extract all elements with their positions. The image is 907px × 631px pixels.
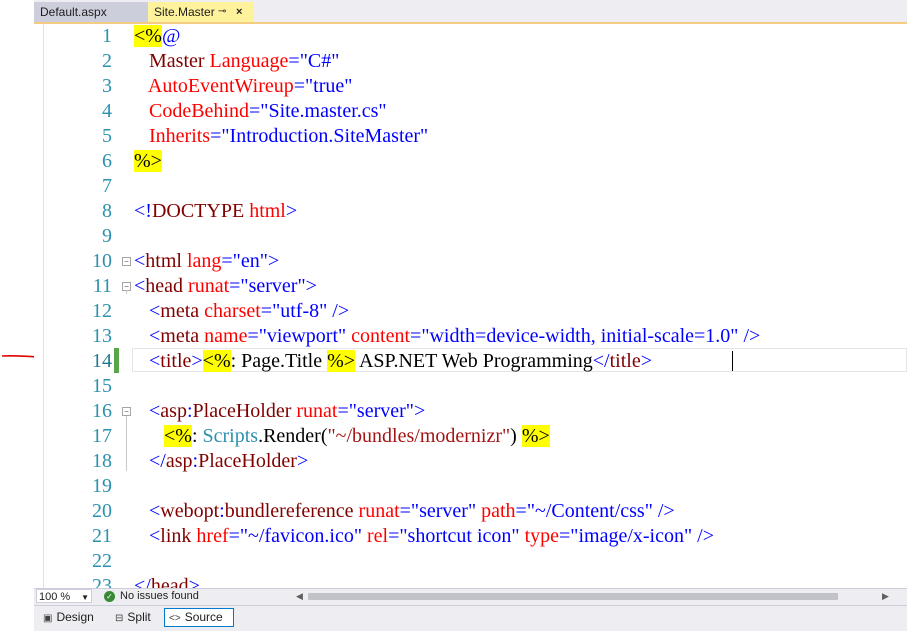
tab-label: Site.Master — [154, 5, 215, 19]
code-line-current: <title><%: Page.Title %> ASP.NET Web Pro… — [149, 350, 652, 372]
line-number: 12 — [92, 300, 112, 322]
code-line: <meta charset="utf-8" /> — [149, 300, 350, 322]
code-line: <%@ — [134, 25, 181, 47]
code-line: <html lang="en"> — [134, 250, 280, 272]
line-number: 17 — [92, 425, 112, 447]
line-number: 1 — [102, 25, 112, 47]
code-line: <webopt:bundlereference runat="server" p… — [149, 500, 675, 522]
pin-icon[interactable]: ⊸ — [218, 2, 226, 22]
code-line: </asp:PlaceHolder> — [149, 450, 309, 472]
line-number: 4 — [102, 100, 112, 122]
line-number: 6 — [102, 150, 112, 172]
collapse-icon[interactable]: − — [122, 257, 131, 266]
line-number: 5 — [102, 125, 112, 147]
line-number: 13 — [92, 325, 112, 347]
view-mode-bar: ▣ Design ⊟ Split <> Source — [34, 605, 907, 631]
source-icon: <> — [169, 613, 181, 624]
zoom-level: 100 % — [39, 591, 71, 603]
editor-status-bar: 100 % ▼ ✓ No issues found ◀ ▶ — [34, 588, 907, 605]
code-line: Inherits="Introduction.SiteMaster" — [149, 125, 429, 147]
line-number: 9 — [102, 225, 112, 247]
line-number: 7 — [102, 175, 112, 197]
line-number: 21 — [92, 525, 112, 547]
line-number: 16 — [92, 400, 112, 422]
line-number: 8 — [102, 200, 112, 222]
check-icon: ✓ — [104, 591, 115, 602]
issues-text: No issues found — [120, 590, 199, 602]
code-line: <!DOCTYPE html> — [134, 200, 298, 222]
code-line: <head runat="server"> — [134, 275, 317, 297]
line-number: 15 — [92, 375, 112, 397]
line-number: 18 — [92, 450, 112, 472]
split-icon: ⊟ — [115, 613, 124, 624]
code-line: <%: Scripts.Render("~/bundles/modernizr"… — [164, 425, 550, 447]
code-line: Master Language="C#" — [149, 50, 340, 72]
line-number-current: 14 — [92, 350, 112, 372]
line-number: 22 — [92, 550, 112, 572]
code-line: CodeBehind="Site.master.cs" — [149, 100, 387, 122]
horizontal-scrollbar-thumb[interactable] — [308, 593, 838, 600]
scroll-left-arrow-icon[interactable]: ◀ — [296, 589, 303, 604]
chevron-down-icon: ▼ — [81, 593, 89, 602]
close-icon[interactable]: × — [236, 2, 242, 22]
code-line: <asp:PlaceHolder runat="server"> — [149, 400, 426, 422]
text-caret — [732, 351, 733, 371]
line-number: 10 — [92, 250, 112, 272]
outline-guide — [126, 416, 127, 471]
outline-guide — [126, 290, 127, 294]
issues-indicator[interactable]: ✓ No issues found — [104, 589, 199, 604]
tab-default-aspx[interactable]: Default.aspx — [34, 2, 148, 22]
line-number: 19 — [92, 475, 112, 497]
line-number: 3 — [102, 75, 112, 97]
document-tab-strip: Default.aspx Site.Master ⊸ × — [34, 0, 907, 24]
code-line: <link href="~/favicon.ico" rel="shortcut… — [149, 525, 714, 547]
line-number: 2 — [102, 50, 112, 72]
collapse-icon[interactable]: − — [122, 407, 131, 416]
change-indicator — [114, 348, 119, 373]
line-number: 23 — [92, 575, 112, 588]
code-line: %> — [134, 150, 162, 172]
tab-site-master[interactable]: Site.Master ⊸ × — [148, 2, 254, 22]
code-editor[interactable]: 1 2 3 4 5 6 7 8 9 10 11 12 13 14 15 16 1… — [34, 24, 907, 588]
source-label: Source — [184, 610, 223, 624]
tab-label: Default.aspx — [40, 5, 107, 19]
source-view-button[interactable]: <> Source — [164, 608, 234, 627]
split-view-button[interactable]: ⊟ Split — [110, 608, 160, 627]
design-icon: ▣ — [43, 613, 53, 624]
scroll-right-arrow-icon[interactable]: ▶ — [882, 589, 889, 604]
editor-margin — [43, 24, 44, 588]
design-label: Design — [56, 610, 94, 624]
code-line: AutoEventWireup="true" — [147, 75, 353, 97]
design-view-button[interactable]: ▣ Design — [38, 608, 104, 627]
zoom-dropdown[interactable]: 100 % ▼ — [36, 589, 92, 603]
editor-window: Default.aspx Site.Master ⊸ × 1 2 3 4 5 6… — [34, 0, 907, 631]
split-label: Split — [127, 610, 151, 624]
code-line: </head> — [134, 575, 200, 588]
line-number: 11 — [92, 275, 112, 297]
line-number: 20 — [92, 500, 112, 522]
code-line: <meta name="viewport" content="width=dev… — [149, 325, 761, 347]
